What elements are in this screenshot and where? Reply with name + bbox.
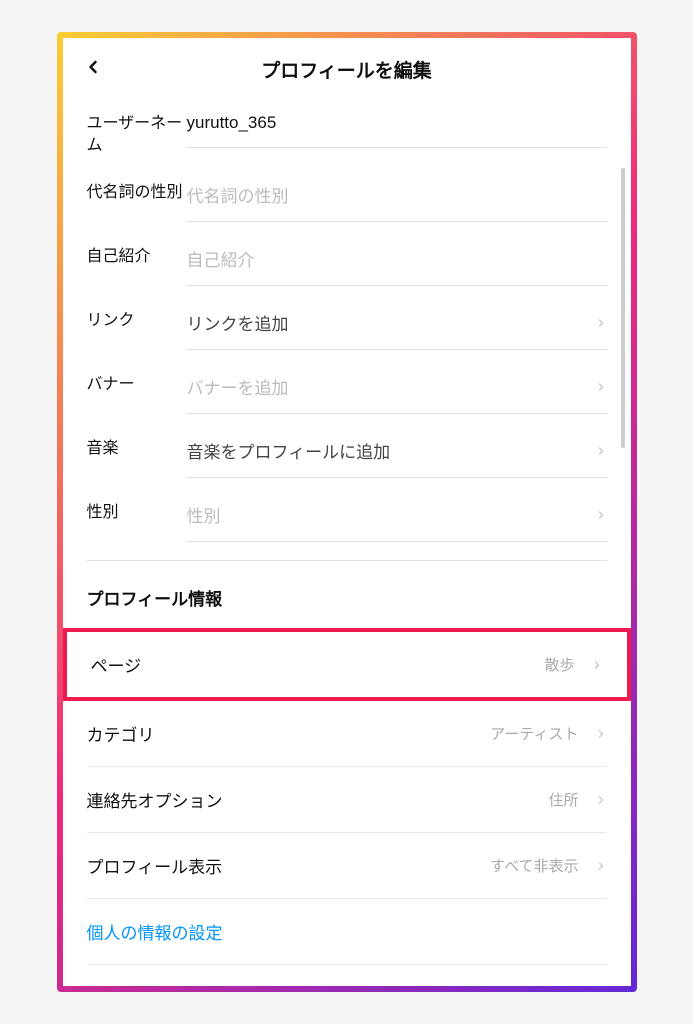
category-label: カテゴリ [87,721,491,746]
category-value: アーティスト [490,723,578,744]
contact-options-row[interactable]: 連絡先オプション 住所 [87,767,607,833]
pronouns-label: 代名詞の性別 [87,178,187,204]
header: プロフィールを編集 [63,38,631,99]
page-title: プロフィールを編集 [83,56,611,83]
chevron-right-icon [595,727,607,739]
screen: プロフィールを編集 ユーザーネーム yurutto_365 代名詞の性別 代名詞… [63,38,631,986]
music-placeholder: 音楽をプロフィールに追加 [187,438,587,463]
banner-label: バナー [87,370,187,396]
chevron-right-icon [595,859,607,871]
banner-row[interactable]: バナー バナーを追加 [87,360,607,424]
gradient-frame: プロフィールを編集 ユーザーネーム yurutto_365 代名詞の性別 代名詞… [57,32,637,992]
bio-label: 自己紹介 [87,242,187,268]
username-row[interactable]: ユーザーネーム yurutto_365 [87,99,607,168]
profile-display-row[interactable]: プロフィール表示 すべて非表示 [87,833,607,899]
gender-label: 性別 [87,498,187,524]
personal-info-link[interactable]: 個人の情報の設定 [87,899,607,965]
chevron-right-icon [595,316,607,328]
links-placeholder: リンクを追加 [187,310,587,335]
username-value: yurutto_365 [187,113,607,133]
chevron-left-icon [83,57,103,82]
category-row[interactable]: カテゴリ アーティスト [87,701,607,767]
banner-placeholder: バナーを追加 [187,374,587,399]
profile-display-value: すべて非表示 [490,855,578,876]
links-row[interactable]: リンク リンクを追加 [87,296,607,360]
chevron-right-icon [595,444,607,456]
contact-options-value: 住所 [548,789,578,810]
verified-link[interactable]: プロフィールが認証済みであることを示す [87,965,607,986]
gender-placeholder: 性別 [187,502,587,527]
chevron-right-icon [595,508,607,520]
music-label: 音楽 [87,434,187,460]
profile-info-header: プロフィール情報 [87,561,607,628]
chevron-right-icon [591,658,603,670]
chevron-right-icon [595,380,607,392]
profile-display-label: プロフィール表示 [87,853,491,878]
page-label: ページ [91,652,545,677]
contact-options-label: 連絡先オプション [87,787,549,812]
pronouns-placeholder: 代名詞の性別 [187,182,607,207]
pronouns-row[interactable]: 代名詞の性別 代名詞の性別 [87,168,607,232]
username-label: ユーザーネーム [87,109,187,158]
page-value: 散歩 [544,654,574,675]
bio-placeholder: 自己紹介 [187,246,607,271]
back-button[interactable] [83,57,103,82]
music-row[interactable]: 音楽 音楽をプロフィールに追加 [87,424,607,488]
gender-row[interactable]: 性別 性別 [87,488,607,552]
content: ユーザーネーム yurutto_365 代名詞の性別 代名詞の性別 自己紹介 自… [63,99,631,986]
bio-row[interactable]: 自己紹介 自己紹介 [87,232,607,296]
links-label: リンク [87,306,187,332]
page-row[interactable]: ページ 散歩 [63,628,631,701]
scrollbar[interactable] [621,168,625,448]
chevron-right-icon [595,793,607,805]
